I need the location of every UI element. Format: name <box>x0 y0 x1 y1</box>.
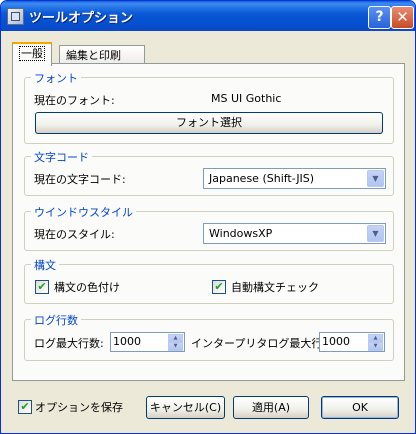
charset-select-value: Japanese (Shift-JIS) <box>209 172 315 185</box>
window-style-select-value: WindowsXP <box>209 227 273 240</box>
ok-button[interactable]: OK <box>321 396 399 419</box>
current-style-label: 現在のスタイル: <box>34 228 115 241</box>
tab-general-label: 一般 <box>19 46 45 61</box>
interpreter-log-max-lines-label: インタープリタログ最大行数: <box>191 337 338 350</box>
current-font-label: 現在のフォント: <box>34 94 115 107</box>
spin-down-icon[interactable]: ▼ <box>368 342 383 351</box>
interpreter-log-max-lines-value: 1000 <box>322 335 350 348</box>
tool-options-dialog: ツールオプション ? ✕ 一般 編集と印刷 フォント 現在のフォント: MS U… <box>0 0 416 434</box>
chevron-down-icon[interactable]: ▼ <box>367 170 384 187</box>
charset-select[interactable]: Japanese (Shift-JIS) ▼ <box>203 168 386 189</box>
window-style-group-legend: ウインドウスタイル <box>31 204 136 220</box>
spin-down-icon[interactable]: ▼ <box>168 342 183 351</box>
syntax-coloring-label[interactable]: 構文の色付け <box>54 279 120 295</box>
syntax-coloring-checkbox[interactable]: ✔ <box>35 280 49 294</box>
chevron-down-icon[interactable]: ▼ <box>367 225 384 242</box>
close-icon[interactable]: ✕ <box>391 6 414 29</box>
log-lines-group: ログ行数 ログ最大行数: 1000 ▲ ▼ インタープリタログ最大行数: 100… <box>24 312 394 361</box>
window-style-select[interactable]: WindowsXP ▼ <box>203 223 386 244</box>
title-bar[interactable]: ツールオプション ? ✕ <box>1 1 415 31</box>
window-app-icon[interactable] <box>7 8 24 25</box>
select-font-button[interactable]: フォント選択 <box>35 112 383 134</box>
interpreter-log-max-lines-stepper[interactable]: 1000 ▲ ▼ <box>319 332 385 352</box>
tab-panel-general: フォント 現在のフォント: MS UI Gothic フォント選択 文字コード … <box>12 63 405 381</box>
log-max-lines-value: 1000 <box>113 335 141 348</box>
syntax-group: 構文 ✔ 構文の色付け ✔ 自動構文チェック <box>24 257 394 304</box>
tab-edit-print-label: 編集と印刷 <box>66 49 121 62</box>
help-icon[interactable]: ? <box>368 6 391 29</box>
font-group-legend: フォント <box>31 70 81 86</box>
save-options-label[interactable]: オプションを保存 <box>35 399 123 415</box>
syntax-group-legend: 構文 <box>31 257 59 273</box>
save-options-checkbox[interactable]: ✔ <box>18 400 32 414</box>
apply-button[interactable]: 適用(A) <box>233 396 309 419</box>
current-font-value: MS UI Gothic <box>211 92 282 105</box>
cancel-button[interactable]: キャンセル(C) <box>146 396 225 419</box>
log-lines-group-legend: ログ行数 <box>31 312 81 328</box>
tab-general[interactable]: 一般 <box>12 42 52 66</box>
charset-group: 文字コード 現在の文字コード: Japanese (Shift-JIS) ▼ <box>24 149 394 196</box>
font-group: フォント 現在のフォント: MS UI Gothic フォント選択 <box>24 70 394 144</box>
auto-syntax-check-label[interactable]: 自動構文チェック <box>231 279 319 295</box>
window-title: ツールオプション <box>29 11 134 26</box>
log-max-lines-label: ログ最大行数: <box>34 337 104 350</box>
window-style-group: ウインドウスタイル 現在のスタイル: WindowsXP ▼ <box>24 204 394 251</box>
current-charset-label: 現在の文字コード: <box>34 173 126 186</box>
charset-group-legend: 文字コード <box>31 149 92 165</box>
auto-syntax-check-checkbox[interactable]: ✔ <box>212 280 226 294</box>
log-max-lines-stepper[interactable]: 1000 ▲ ▼ <box>110 332 185 352</box>
